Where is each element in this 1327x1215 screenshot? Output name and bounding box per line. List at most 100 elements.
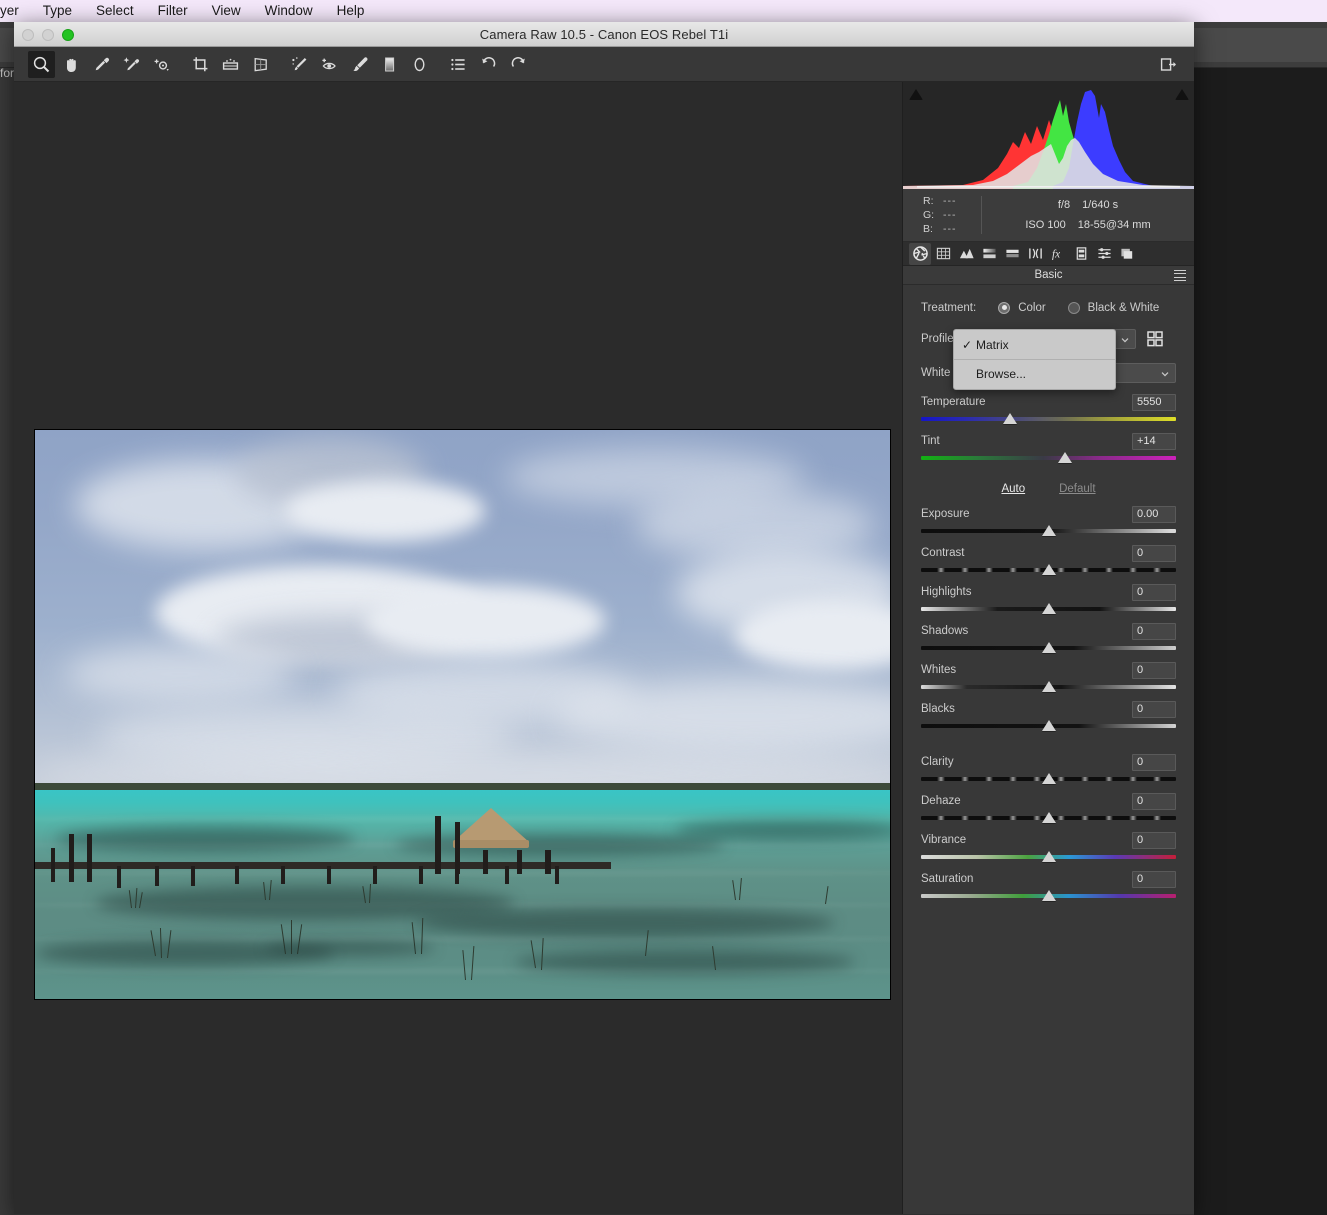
saturation-knob[interactable] [1041, 890, 1056, 901]
targeted-adjustment-tool[interactable] [148, 51, 175, 78]
exif-aperture: f/8 [1057, 199, 1071, 211]
panel-menu-button[interactable] [1174, 270, 1186, 281]
temperature-value[interactable]: 5550 [1132, 393, 1176, 411]
auto-button[interactable]: Auto [1001, 483, 1025, 495]
menu-item-window[interactable]: Window [253, 0, 325, 22]
menu-item-view[interactable]: View [200, 0, 253, 22]
profile-menu-item-matrix[interactable]: ✓ Matrix [954, 334, 1115, 356]
rotate-left-button[interactable] [475, 51, 502, 78]
image-info-readout: R: --- G: --- B: --- f/8 1/640 s ISO 100 18-5… [903, 189, 1194, 242]
close-button[interactable] [22, 28, 34, 41]
blacks-knob[interactable] [1041, 720, 1056, 731]
clarity-value[interactable]: 0 [1132, 753, 1176, 771]
tab-lens-corrections[interactable] [1024, 243, 1046, 265]
slider-clarity[interactable]: Clarity 0 [921, 753, 1176, 785]
highlight-clipping-button[interactable] [1172, 85, 1191, 104]
preferences-button[interactable] [445, 51, 472, 78]
tab-tone-curve[interactable] [932, 243, 954, 265]
treatment-bw-label[interactable]: Black & White [1088, 302, 1160, 314]
tab-split-toning[interactable] [1001, 243, 1023, 265]
radial-filter-tool[interactable] [406, 51, 433, 78]
tab-snapshots[interactable] [1116, 243, 1138, 265]
shadows-value[interactable]: 0 [1132, 622, 1176, 640]
tint-track[interactable] [921, 456, 1176, 460]
tab-presets[interactable] [1093, 243, 1115, 265]
treatment-bw-radio[interactable] [1067, 301, 1080, 314]
slider-temperature[interactable]: Temperature 5550 [921, 393, 1176, 425]
vibrance-value[interactable]: 0 [1132, 831, 1176, 849]
vibrance-knob[interactable] [1041, 851, 1056, 862]
shadow-clipping-button[interactable] [906, 85, 925, 104]
toggle-fullscreen-button[interactable] [1155, 51, 1182, 78]
menu-item-filter[interactable]: Filter [146, 0, 200, 22]
window-title-bar[interactable]: Camera Raw 10.5 - Canon EOS Rebel T1i [14, 22, 1194, 47]
profile-dropdown-menu[interactable]: ✓ Matrix Browse... [953, 329, 1116, 390]
slider-contrast[interactable]: Contrast 0 [921, 544, 1176, 576]
highlights-value[interactable]: 0 [1132, 583, 1176, 601]
straighten-tool[interactable] [217, 51, 244, 78]
tint-knob[interactable] [1058, 452, 1073, 463]
histogram-panel[interactable] [903, 82, 1194, 189]
white-balance-tool[interactable] [88, 51, 115, 78]
slider-exposure[interactable]: Exposure 0.00 [921, 505, 1176, 537]
photoshop-menu-bar[interactable]: yer Type Select Filter View Window Help [0, 0, 1327, 22]
shadows-label: Shadows [921, 625, 969, 637]
slider-tint[interactable]: Tint +14 [921, 432, 1176, 464]
straighten-icon [222, 58, 239, 70]
graduated-filter-tool[interactable] [376, 51, 403, 78]
adjustment-brush-tool[interactable] [346, 51, 373, 78]
tab-camera-calibration[interactable] [1070, 243, 1092, 265]
saturation-value[interactable]: 0 [1132, 870, 1176, 888]
whites-knob[interactable] [1041, 681, 1056, 692]
chevron-down-icon [1161, 372, 1169, 377]
spot-removal-tool[interactable] [286, 51, 313, 78]
temperature-knob[interactable] [1003, 413, 1018, 424]
dehaze-value[interactable]: 0 [1132, 792, 1176, 810]
slider-blacks[interactable]: Blacks 0 [921, 700, 1176, 732]
preview-image[interactable] [34, 429, 891, 1000]
tab-detail[interactable] [955, 243, 977, 265]
tab-basic[interactable] [909, 242, 931, 265]
tab-effects[interactable]: fx [1047, 243, 1069, 265]
exposure-knob[interactable] [1041, 525, 1056, 536]
minimize-button[interactable] [42, 28, 54, 41]
menu-item-select[interactable]: Select [84, 0, 146, 22]
menu-item-layer[interactable]: yer [0, 0, 31, 22]
slider-vibrance[interactable]: Vibrance 0 [921, 831, 1176, 863]
shadows-knob[interactable] [1041, 642, 1056, 653]
default-button[interactable]: Default [1059, 483, 1095, 495]
highlights-knob[interactable] [1041, 603, 1056, 614]
rotate-clockwise-icon [511, 56, 525, 67]
temperature-track[interactable] [921, 417, 1176, 421]
clarity-knob[interactable] [1041, 773, 1056, 784]
slider-shadows[interactable]: Shadows 0 [921, 622, 1176, 654]
whites-value[interactable]: 0 [1132, 661, 1176, 679]
tab-hsl-grayscale[interactable] [978, 243, 1000, 265]
profile-menu-item-browse[interactable]: Browse... [954, 363, 1115, 385]
contrast-value[interactable]: 0 [1132, 544, 1176, 562]
tint-value[interactable]: +14 [1132, 432, 1176, 450]
zoom-tool[interactable] [28, 50, 55, 78]
color-sampler-tool[interactable] [118, 51, 145, 78]
hand-tool[interactable] [58, 51, 85, 78]
rotate-right-button[interactable] [505, 51, 532, 78]
slider-whites[interactable]: Whites 0 [921, 661, 1176, 693]
profile-browser-button[interactable] [1144, 329, 1166, 349]
crop-tool[interactable] [187, 51, 214, 78]
dehaze-knob[interactable] [1041, 812, 1056, 823]
image-preview-canvas[interactable] [14, 82, 903, 1214]
menu-item-help[interactable]: Help [325, 0, 377, 22]
slider-saturation[interactable]: Saturation 0 [921, 870, 1176, 902]
treatment-color-label[interactable]: Color [1018, 302, 1045, 314]
transform-tool[interactable] [247, 51, 274, 78]
slider-highlights[interactable]: Highlights 0 [921, 583, 1176, 615]
treatment-color-radio[interactable] [998, 301, 1011, 314]
exposure-value[interactable]: 0.00 [1132, 505, 1176, 523]
maximize-button[interactable] [62, 28, 74, 41]
menu-item-type[interactable]: Type [31, 0, 84, 22]
blacks-value[interactable]: 0 [1132, 700, 1176, 718]
red-eye-removal-tool[interactable] [316, 51, 343, 78]
contrast-knob[interactable] [1041, 564, 1056, 575]
photoshop-right-panel-dock [1183, 68, 1327, 1215]
slider-dehaze[interactable]: Dehaze 0 [921, 792, 1176, 824]
